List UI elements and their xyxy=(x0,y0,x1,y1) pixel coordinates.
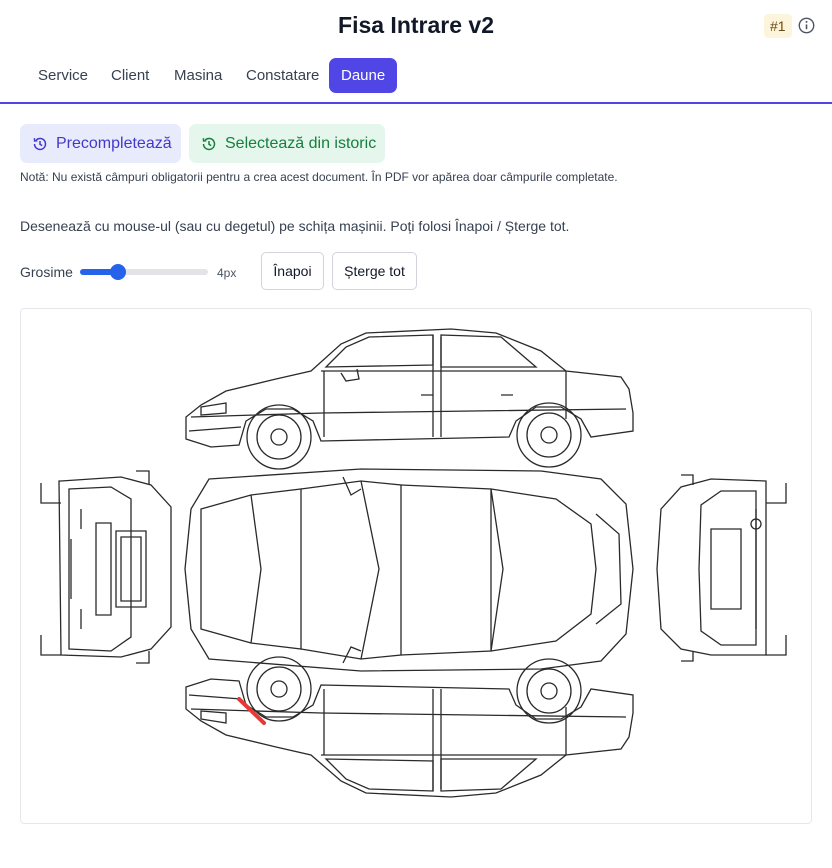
car-side-view-left xyxy=(185,328,634,470)
drawing-instructions: Desenează cu mouse-ul (sau cu degetul) p… xyxy=(20,218,570,234)
tab-masina[interactable]: Masina xyxy=(162,58,234,93)
brush-size-label: Grosime xyxy=(20,264,73,280)
undo-button[interactable]: Înapoi xyxy=(261,252,324,290)
brush-size-value: 4px xyxy=(217,266,237,280)
tab-service[interactable]: Service xyxy=(26,58,100,93)
info-icon[interactable] xyxy=(798,17,815,34)
history-icon xyxy=(202,137,216,150)
tab-bar: Service Client Masina Constatare Daune xyxy=(0,56,832,104)
clear-all-button[interactable]: Șterge tot xyxy=(332,252,417,290)
history-icon xyxy=(33,137,47,150)
select-from-history-button[interactable]: Selectează din istoric xyxy=(189,124,385,163)
header: Fisa Intrare v2 #1 xyxy=(0,0,832,52)
required-fields-note: Notă: Nu există câmpuri obligatorii pent… xyxy=(20,170,618,184)
tab-client[interactable]: Client xyxy=(99,58,161,93)
car-front-view xyxy=(40,470,172,664)
prefill-button[interactable]: Precompletează xyxy=(20,124,181,163)
slider-thumb[interactable] xyxy=(110,264,126,280)
car-rear-view xyxy=(656,474,787,662)
prefill-button-label: Precompletează xyxy=(56,134,172,152)
page-title: Fisa Intrare v2 xyxy=(338,12,494,38)
car-damage-canvas[interactable] xyxy=(20,308,812,824)
tab-constatare[interactable]: Constatare xyxy=(234,58,331,93)
car-side-view-right xyxy=(185,656,634,798)
car-diagram xyxy=(40,328,787,798)
brush-size-slider[interactable] xyxy=(80,264,208,280)
car-top-view xyxy=(184,468,634,672)
tab-daune[interactable]: Daune xyxy=(329,58,398,93)
select-from-history-label: Selectează din istoric xyxy=(225,134,377,152)
document-number-badge: #1 xyxy=(764,14,792,38)
